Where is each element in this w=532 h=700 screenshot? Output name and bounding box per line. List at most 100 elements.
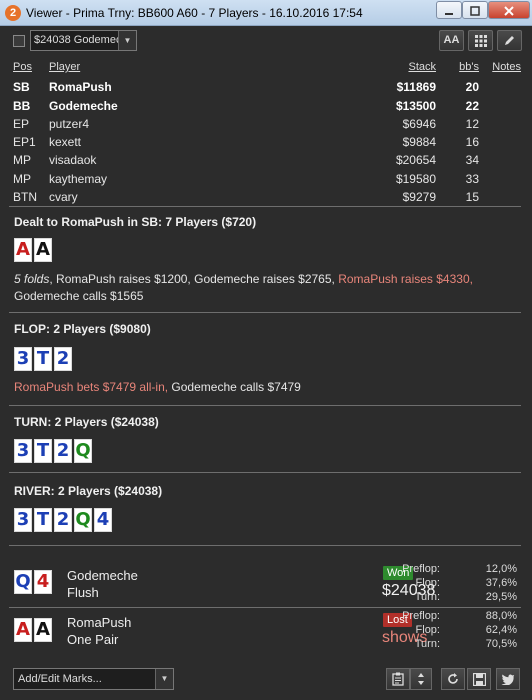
select-hand-checkbox[interactable] bbox=[13, 35, 25, 47]
minimize-button[interactable] bbox=[436, 1, 462, 19]
clipboard-icon bbox=[392, 672, 404, 686]
player-name: cvary bbox=[49, 190, 78, 205]
players-table-header: Pos Player Stack bb's Notes bbox=[13, 60, 523, 78]
player-pos: MP bbox=[13, 153, 31, 168]
stat-label: Turn: bbox=[414, 638, 440, 650]
toolbar: $24038 Godemeche ▼ AA bbox=[0, 27, 532, 55]
header-notes[interactable]: Notes bbox=[492, 61, 521, 73]
player-row[interactable]: MP kaythemay $19580 33 bbox=[13, 170, 523, 188]
header-player[interactable]: Player bbox=[49, 61, 80, 73]
close-button[interactable] bbox=[488, 1, 530, 19]
divider bbox=[9, 472, 521, 473]
player-name: putzer4 bbox=[49, 116, 90, 131]
font-size-button[interactable]: AA bbox=[439, 30, 464, 51]
stat-value: 70,5% bbox=[485, 638, 517, 650]
result-player-name: RomaPush bbox=[67, 615, 132, 630]
flop-title: FLOP: 2 Players ($9080) bbox=[14, 322, 151, 336]
player-stack: $9884 bbox=[402, 135, 436, 150]
playing-card: 3 bbox=[14, 347, 32, 371]
stat-label: Turn: bbox=[414, 591, 440, 603]
header-stack[interactable]: Stack bbox=[408, 61, 436, 73]
player-name: kaythemay bbox=[49, 171, 108, 186]
twitter-share-button[interactable] bbox=[496, 668, 520, 690]
action-text: Godemeche calls $1565 bbox=[14, 289, 144, 303]
player-bbs: 12 bbox=[465, 116, 479, 131]
player-name: Godemeche bbox=[49, 98, 118, 113]
playing-card: A bbox=[14, 238, 32, 262]
playing-card: A bbox=[34, 618, 52, 642]
divider bbox=[9, 206, 521, 207]
showdown-cards: Q4 bbox=[14, 570, 54, 595]
player-row[interactable]: BB Godemeche $13500 22 bbox=[13, 97, 523, 115]
grid-icon bbox=[474, 35, 487, 47]
playing-card: Q bbox=[74, 508, 92, 532]
player-row[interactable]: SB RomaPush $11869 20 bbox=[13, 78, 523, 96]
minimize-icon bbox=[445, 13, 453, 15]
marks-value: Add/Edit Marks... bbox=[18, 673, 102, 685]
pencil-icon bbox=[505, 36, 514, 45]
save-button[interactable] bbox=[467, 668, 491, 690]
action-text: , RomaPush raises $1200, Godemeche raise… bbox=[49, 272, 339, 286]
up-down-arrows-icon bbox=[418, 673, 424, 685]
playing-card: T bbox=[34, 347, 52, 371]
highlighted-action: RomaPush bets $7479 all-in, bbox=[14, 380, 169, 394]
player-name: kexett bbox=[49, 135, 82, 150]
refresh-icon bbox=[448, 673, 458, 684]
divider bbox=[9, 312, 521, 313]
divider bbox=[9, 607, 521, 608]
playing-card: 4 bbox=[94, 508, 112, 532]
player-stack: $13500 bbox=[395, 98, 436, 113]
replay-button[interactable] bbox=[441, 668, 465, 690]
folds-text: 5 folds bbox=[14, 272, 50, 286]
marks-dropdown[interactable]: Add/Edit Marks... ▼ bbox=[13, 668, 174, 690]
player-pos: EP1 bbox=[13, 135, 36, 150]
playing-card: A bbox=[34, 238, 52, 262]
stat-value: 62,4% bbox=[485, 624, 517, 636]
player-name: RomaPush bbox=[49, 80, 112, 95]
player-pos: MP bbox=[13, 171, 31, 186]
window-title: Viewer - Prima Trny: BB600 A60 - 7 Playe… bbox=[26, 6, 363, 20]
divider bbox=[9, 405, 521, 406]
copy-options-button[interactable] bbox=[410, 668, 432, 690]
stat-label: Preflop: bbox=[402, 563, 440, 575]
player-stack: $9279 bbox=[402, 190, 436, 205]
player-row[interactable]: EP1 kexett $9884 16 bbox=[13, 133, 523, 151]
chevron-down-icon: ▼ bbox=[155, 669, 173, 689]
stat-label: Flop: bbox=[415, 577, 440, 589]
player-row[interactable]: BTN cvary $9279 15 bbox=[13, 188, 523, 206]
preflop-title: Dealt to RomaPush in SB: 7 Players ($720… bbox=[14, 215, 257, 229]
app-logo-icon: 2 bbox=[5, 5, 21, 21]
maximize-icon bbox=[470, 6, 480, 16]
result-player-name: Godemeche bbox=[67, 568, 138, 583]
playing-card: 4 bbox=[34, 570, 52, 594]
action-text: Godemeche calls $7479 bbox=[168, 380, 301, 394]
playing-card: T bbox=[34, 439, 52, 463]
hand-select-dropdown[interactable]: $24038 Godemeche ▼ bbox=[30, 30, 137, 51]
edit-button[interactable] bbox=[497, 30, 522, 51]
header-bbs[interactable]: bb's bbox=[459, 61, 479, 73]
header-pos[interactable]: Pos bbox=[13, 61, 32, 73]
player-row[interactable]: MP visadaok $20654 34 bbox=[13, 151, 523, 169]
clipboard-button[interactable] bbox=[386, 668, 410, 690]
maximize-button[interactable] bbox=[462, 1, 488, 19]
player-row[interactable]: EP putzer4 $6946 12 bbox=[13, 115, 523, 133]
player-bbs: 20 bbox=[465, 80, 479, 95]
twitter-icon bbox=[501, 674, 515, 686]
player-bbs: 33 bbox=[465, 171, 479, 186]
stat-value: 12,0% bbox=[485, 563, 517, 575]
preflop-actions: 5 folds, RomaPush raises $1200, Godemech… bbox=[14, 271, 519, 305]
player-stack: $20654 bbox=[395, 153, 436, 168]
river-cards: 3T2Q4 bbox=[14, 508, 114, 533]
playing-card: 2 bbox=[54, 508, 72, 532]
save-icon bbox=[472, 672, 486, 687]
grid-view-button[interactable] bbox=[468, 30, 493, 51]
player-stack: $11869 bbox=[396, 80, 436, 95]
stat-label: Preflop: bbox=[402, 610, 440, 622]
player-bbs: 34 bbox=[465, 153, 479, 168]
player-pos: SB bbox=[13, 80, 30, 95]
result-hand: One Pair bbox=[67, 632, 119, 647]
playing-card: 2 bbox=[54, 439, 72, 463]
chevron-down-icon: ▼ bbox=[118, 31, 136, 50]
player-stack: $19580 bbox=[395, 171, 436, 186]
turn-cards: 3T2Q bbox=[14, 439, 94, 464]
